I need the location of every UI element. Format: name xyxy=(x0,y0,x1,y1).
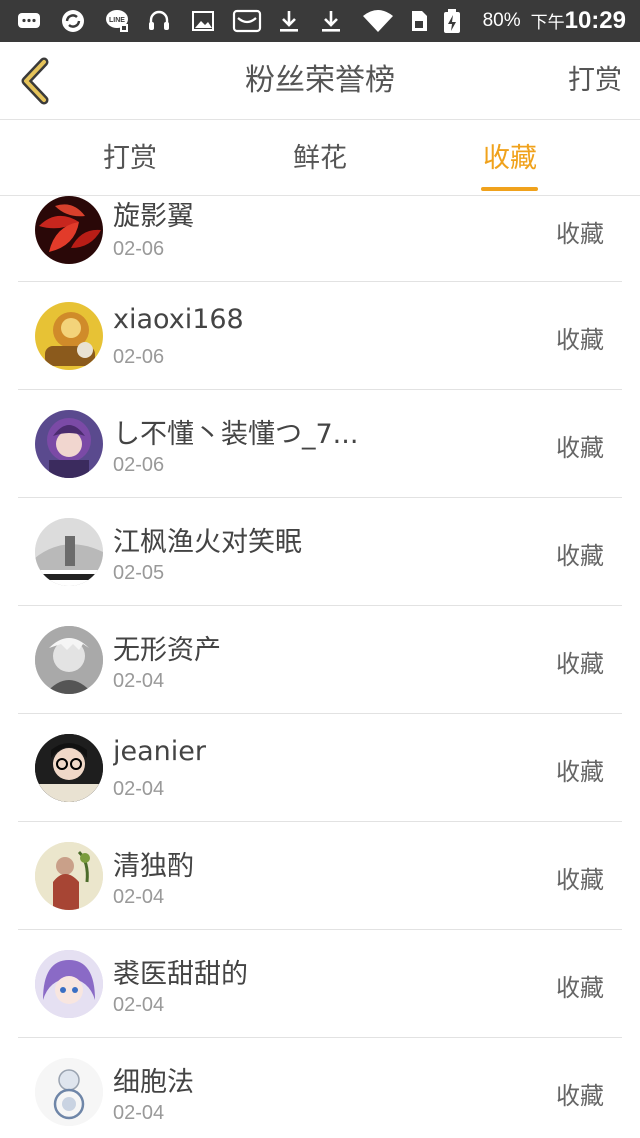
fan-date: 02-06 xyxy=(113,238,165,260)
fan-action: 收藏 xyxy=(556,650,604,678)
status-bar: LINE 80% 下午10:29 xyxy=(0,0,640,42)
fan-list: 旋影翼 02-06 收藏 xiaoxi168 02-06 收藏 し不懂丶装懂つ_… xyxy=(0,196,640,1138)
tab-favorites[interactable]: 收藏 xyxy=(470,121,550,196)
headset-icon xyxy=(149,10,169,30)
svg-text:LINE: LINE xyxy=(109,17,125,24)
fan-action: 收藏 xyxy=(556,1082,604,1110)
clock: 10:29 xyxy=(564,7,626,34)
status-right: 80% 下午10:29 xyxy=(483,0,626,42)
list-item[interactable]: 裘医甜甜的 02-04 收藏 xyxy=(18,930,622,1038)
fan-date: 02-06 xyxy=(113,346,165,368)
battery-charging-icon xyxy=(444,9,460,33)
fan-action: 收藏 xyxy=(556,758,604,786)
avatar xyxy=(35,1058,103,1126)
avatar xyxy=(35,410,103,478)
download-icon xyxy=(280,11,298,32)
fan-action: 收藏 xyxy=(556,866,604,894)
fan-date: 02-04 xyxy=(113,670,165,692)
list-item[interactable]: 旋影翼 02-06 收藏 xyxy=(18,196,622,282)
avatar xyxy=(35,842,103,910)
list-item[interactable]: jeanier 02-04 收藏 xyxy=(18,714,622,822)
fan-name: 裘医甜甜的 xyxy=(113,959,248,990)
image-icon xyxy=(192,11,214,31)
list-item[interactable]: 清独酌 02-04 收藏 xyxy=(18,822,622,930)
sync-icon xyxy=(62,10,84,32)
fan-name: xiaoxi168 xyxy=(113,304,244,335)
message-icon xyxy=(18,13,40,28)
reward-button[interactable]: 打赏 xyxy=(568,42,622,120)
avatar xyxy=(35,302,103,370)
battery-percent: 80% xyxy=(482,10,521,31)
avatar xyxy=(35,734,103,802)
download-icon xyxy=(322,11,340,32)
line-icon: LINE xyxy=(106,10,128,32)
fan-date: 02-04 xyxy=(113,886,165,908)
list-item[interactable]: 无形资产 02-04 收藏 xyxy=(18,606,622,714)
fan-date: 02-05 xyxy=(113,562,165,584)
fan-action: 收藏 xyxy=(556,326,604,354)
fan-action: 收藏 xyxy=(556,974,604,1002)
sim-icon xyxy=(412,11,427,31)
page-title: 粉丝荣誉榜 xyxy=(245,63,395,98)
time-prefix: 下午 xyxy=(530,13,565,32)
inbox-icon xyxy=(232,9,262,33)
avatar xyxy=(35,518,103,586)
fan-date: 02-04 xyxy=(113,1102,165,1124)
fan-name: 清独酌 xyxy=(113,851,194,882)
fan-date: 02-06 xyxy=(113,454,165,476)
avatar xyxy=(35,626,103,694)
app-header: 粉丝荣誉榜 打赏 xyxy=(0,42,640,120)
fan-name: し不懂丶装懂つ_7... xyxy=(113,419,359,450)
tab-flowers[interactable]: 鲜花 xyxy=(280,121,360,196)
wifi-icon xyxy=(363,10,393,32)
avatar xyxy=(35,196,103,264)
tab-reward[interactable]: 打赏 xyxy=(90,121,170,196)
fan-date: 02-04 xyxy=(113,778,165,800)
fan-action: 收藏 xyxy=(556,434,604,462)
avatar xyxy=(35,950,103,1018)
active-tab-indicator xyxy=(481,187,538,191)
fan-name: 江枫渔火对笑眠 xyxy=(113,527,302,558)
fan-action: 收藏 xyxy=(556,220,604,248)
list-item[interactable]: 细胞法 02-04 收藏 xyxy=(18,1038,622,1138)
fan-action: 收藏 xyxy=(556,542,604,570)
fan-name: 旋影翼 xyxy=(113,201,194,232)
list-item[interactable]: xiaoxi168 02-06 收藏 xyxy=(18,282,622,390)
fan-name: jeanier xyxy=(113,736,206,767)
fan-name: 无形资产 xyxy=(113,635,221,666)
list-item[interactable]: し不懂丶装懂つ_7... 02-06 收藏 xyxy=(18,390,622,498)
fan-name: 细胞法 xyxy=(113,1067,194,1098)
tab-bar: 打赏 鲜花 收藏 xyxy=(0,121,640,196)
list-item[interactable]: 江枫渔火对笑眠 02-05 收藏 xyxy=(18,498,622,606)
fan-date: 02-04 xyxy=(113,994,165,1016)
